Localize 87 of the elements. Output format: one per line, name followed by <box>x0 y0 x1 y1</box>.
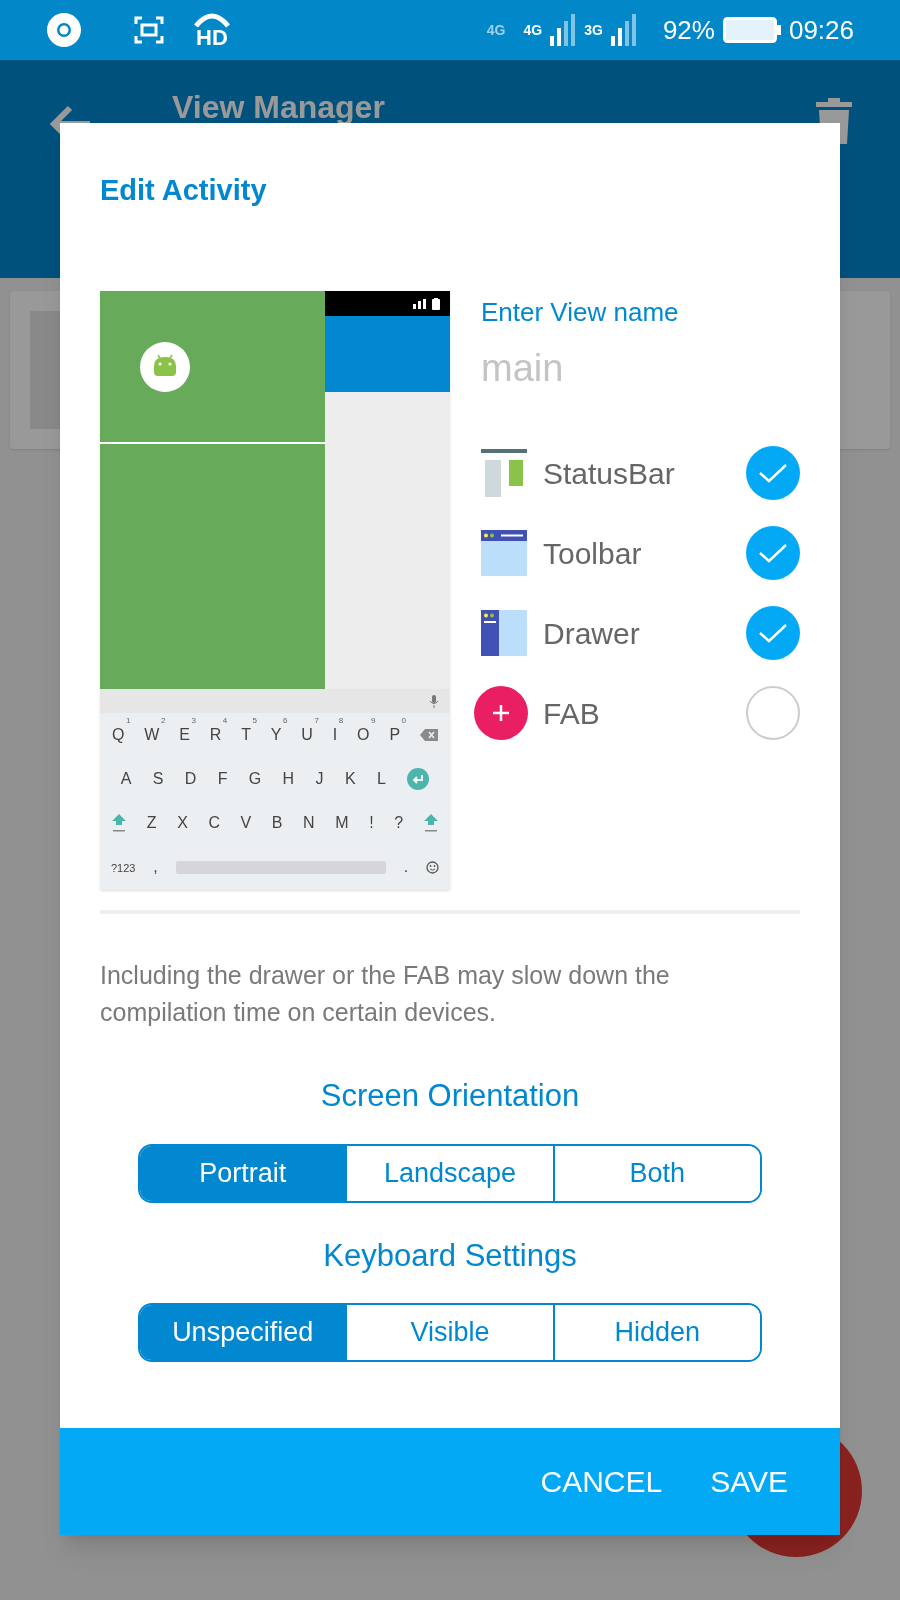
hd-label: HD <box>196 28 228 48</box>
battery-icon <box>722 17 781 43</box>
option-label: StatusBar <box>543 455 675 492</box>
key-label[interactable]: Q <box>111 726 125 743</box>
checkbox[interactable] <box>746 526 800 580</box>
section-title: Screen Orientation <box>320 1077 580 1115</box>
browser-icon <box>46 12 82 48</box>
key-label[interactable]: Y <box>270 726 282 743</box>
segment-tab[interactable]: Both <box>552 1145 760 1201</box>
notice-text: Including the drawer or the FAB may slow down the compilation time on certain devices. <box>100 960 671 1028</box>
status-bar-icon <box>481 449 527 497</box>
enter-icon[interactable] <box>407 768 430 790</box>
key-label[interactable]: O <box>357 726 370 743</box>
shift-icon[interactable] <box>423 814 438 832</box>
key-hint: 6 <box>283 715 288 727</box>
dialog-title: Edit Activity <box>100 173 268 205</box>
network-label: 4G <box>486 20 506 40</box>
view-name-label: Enter View name <box>481 296 680 329</box>
key-label[interactable]: Z <box>146 814 157 831</box>
app-title: View Manager <box>172 90 385 124</box>
key-label[interactable]: W <box>144 726 160 743</box>
key-label[interactable]: E <box>179 726 190 743</box>
key-label[interactable]: A <box>120 770 132 787</box>
option-label: FAB <box>543 695 600 732</box>
segment-tab[interactable]: Unspecified <box>140 1305 346 1360</box>
signal-icon <box>413 298 426 309</box>
microphone-icon <box>430 694 438 708</box>
option-label: Toolbar <box>543 535 642 572</box>
fab-icon <box>473 685 529 741</box>
shift-icon[interactable] <box>112 814 127 832</box>
key-label[interactable]: F <box>217 770 228 787</box>
battery-percent: 92% <box>662 13 715 47</box>
key-label[interactable]: S <box>152 770 164 787</box>
checkbox[interactable] <box>746 686 800 740</box>
checkbox[interactable] <box>746 446 800 500</box>
signal-icon <box>610 14 637 46</box>
segment-tab[interactable]: Hidden <box>552 1305 760 1360</box>
key-hint: 5 <box>252 715 257 727</box>
key-label[interactable]: G <box>248 770 262 787</box>
key-label[interactable]: J <box>315 770 324 787</box>
screenshot-icon <box>134 16 164 44</box>
key-label[interactable]: L <box>376 770 386 787</box>
toolbar-icon <box>481 530 527 576</box>
check-icon <box>758 462 788 484</box>
key-label[interactable]: D <box>184 770 197 787</box>
key-label[interactable]: ? <box>394 814 404 831</box>
network-label: 4G <box>523 20 543 40</box>
key-hint: 4 <box>222 715 228 727</box>
key-label[interactable]: , <box>153 858 158 875</box>
battery-icon <box>432 297 440 310</box>
key-label[interactable]: X <box>177 814 188 831</box>
segment-tab[interactable]: Portrait <box>140 1145 346 1201</box>
check-icon <box>758 622 788 644</box>
key-hint: 1 <box>125 715 131 727</box>
key-hint: 7 <box>314 715 319 727</box>
drawer-icon <box>481 610 527 656</box>
key-label[interactable]: I <box>332 726 338 743</box>
clock: 09:26 <box>788 13 854 47</box>
key-label[interactable]: T <box>241 726 251 743</box>
section-title: Keyboard Settings <box>323 1236 577 1275</box>
key-label[interactable]: K <box>344 770 356 787</box>
key-label[interactable]: V <box>240 814 252 831</box>
view-name-field[interactable]: main <box>481 340 681 397</box>
key-hint: 3 <box>191 715 196 727</box>
check-icon <box>758 542 788 564</box>
android-icon <box>140 341 190 392</box>
key-label[interactable]: R <box>209 726 222 743</box>
backspace-icon[interactable] <box>419 729 438 741</box>
key-label[interactable]: U <box>301 726 313 743</box>
key-label[interactable]: ! <box>369 814 374 831</box>
key-label[interactable]: . <box>403 858 409 875</box>
key-hint: 2 <box>160 715 166 727</box>
key-hint: 9 <box>371 715 376 727</box>
signal-icon <box>550 14 577 46</box>
key-label[interactable]: N <box>303 814 315 831</box>
key-label[interactable]: P <box>389 726 401 743</box>
network-label: 3G <box>584 20 603 40</box>
key-hint: 0 <box>401 715 407 727</box>
key-label[interactable]: H <box>282 770 295 787</box>
emoji-icon[interactable] <box>426 860 440 874</box>
checkbox[interactable] <box>746 606 800 660</box>
key-label[interactable]: C <box>208 814 221 831</box>
key-label[interactable]: M <box>335 814 349 831</box>
key-hint: 8 <box>338 715 344 727</box>
key-label[interactable]: ?123 <box>110 862 136 874</box>
option-label: Drawer <box>543 615 640 652</box>
key-label[interactable]: B <box>271 814 283 831</box>
